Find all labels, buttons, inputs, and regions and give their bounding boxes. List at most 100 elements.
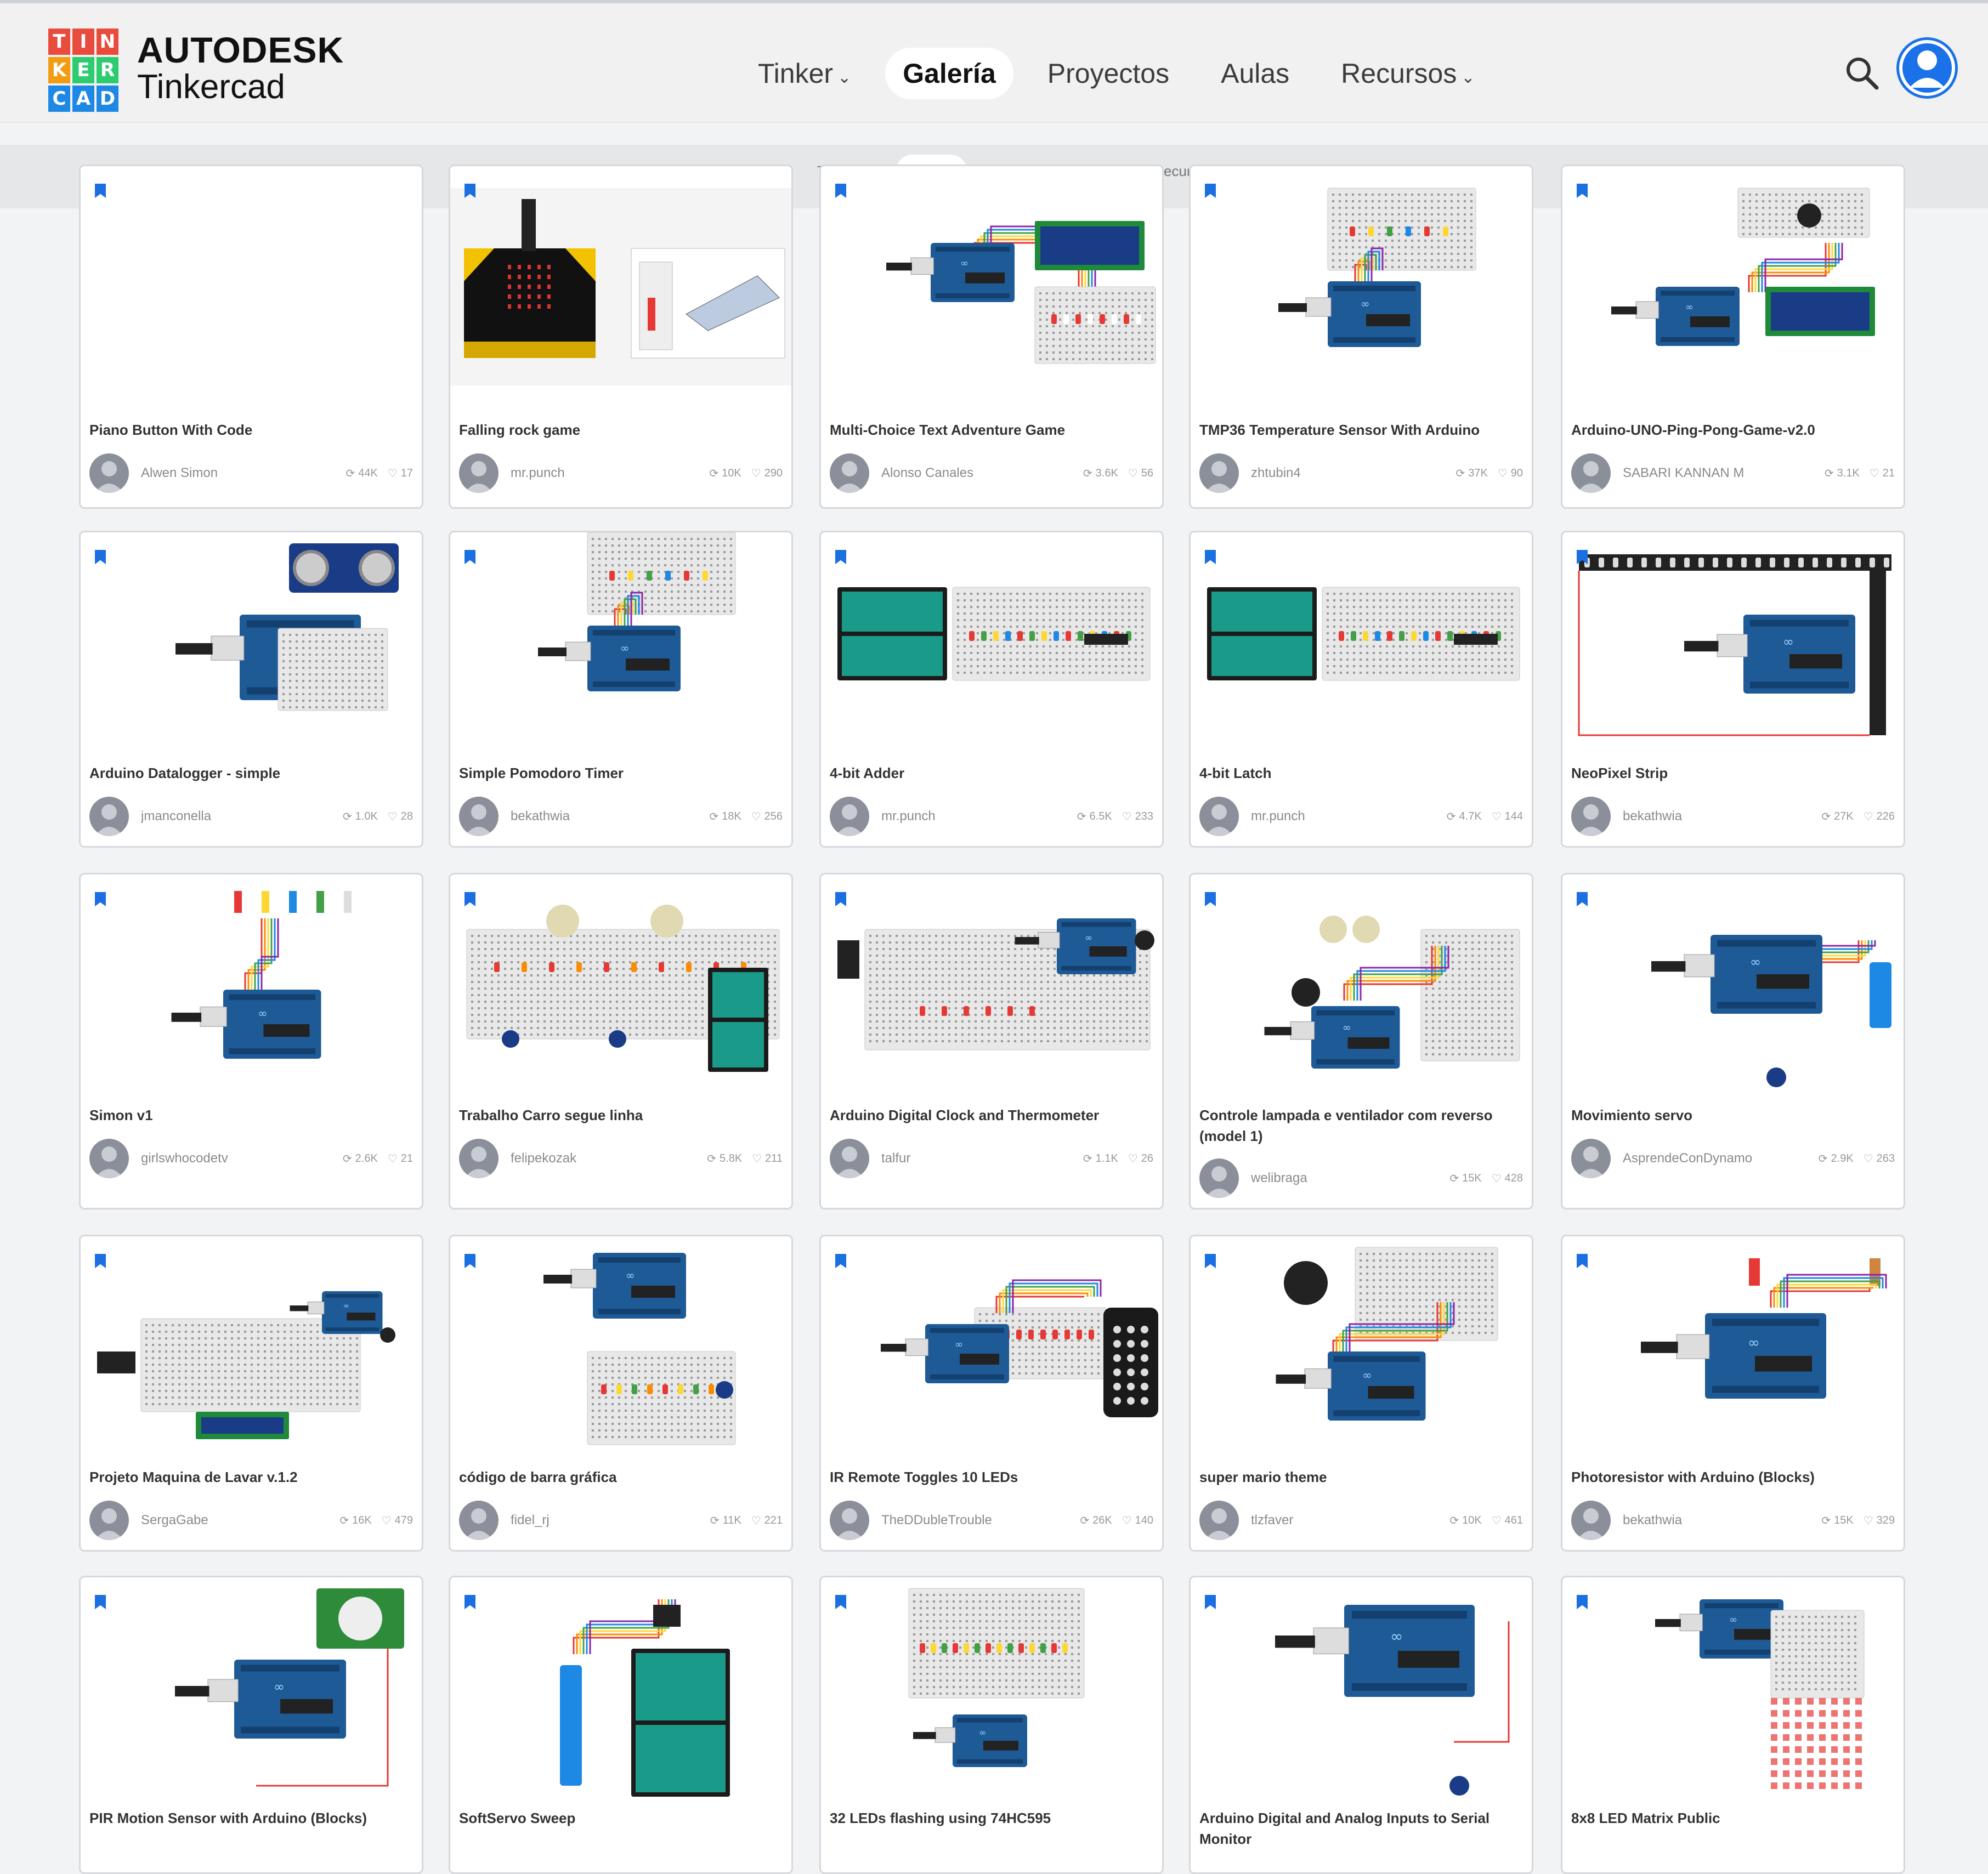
project-title[interactable]: Simple Pomodoro Timer (459, 763, 788, 783)
project-title[interactable]: 4-bit Latch (1199, 763, 1528, 783)
author-avatar[interactable] (1571, 453, 1611, 493)
author-name[interactable]: girlswhocodetv (141, 1151, 343, 1166)
project-title[interactable]: Movimiento servo (1571, 1105, 1900, 1126)
project-title[interactable]: 4-bit Adder (830, 763, 1159, 783)
project-thumbnail[interactable] (1191, 532, 1532, 752)
project-card[interactable]: ∞ Controle lampada e ventilador com reve… (1189, 873, 1533, 1209)
project-title[interactable]: 32 LEDs flashing using 74HC595 (830, 1808, 1159, 1828)
project-thumbnail[interactable]: ∞ (1191, 166, 1532, 385)
project-thumbnail[interactable]: ∞ (81, 874, 422, 1094)
author-avatar[interactable] (1199, 1501, 1239, 1540)
project-card[interactable]: Piano Button With Code Alwen Simon ⟳44K … (79, 164, 423, 509)
author-name[interactable]: mr.punch (881, 809, 1077, 824)
project-title[interactable]: 8x8 LED Matrix Public (1571, 1808, 1900, 1828)
author-name[interactable]: talfur (881, 1151, 1083, 1166)
author-avatar[interactable] (1571, 1501, 1611, 1540)
project-title[interactable]: SoftServo Sweep (459, 1808, 788, 1828)
project-title[interactable]: Arduino Digital and Analog Inputs to Ser… (1199, 1808, 1528, 1849)
project-thumbnail[interactable]: ∞ (821, 1577, 1162, 1797)
nav-item-recursos[interactable]: Recursos⌄ (1323, 48, 1492, 99)
author-name[interactable]: TheDDubleTrouble (881, 1513, 1080, 1528)
project-card[interactable]: Falling rock game mr.punch ⟳10K ♡290 (449, 164, 793, 509)
project-card[interactable]: ∞ IR Remote Toggles 10 LEDs TheDDubleTro… (819, 1235, 1164, 1552)
project-thumbnail[interactable]: ∞ (450, 532, 791, 752)
project-card[interactable]: Trabalho Carro segue linha felipekozak ⟳… (449, 873, 793, 1209)
author-avatar[interactable] (830, 1501, 869, 1540)
project-card[interactable]: ∞ Simon v1 girlswhocodetv ⟳2.6K ♡21 (79, 873, 423, 1209)
author-name[interactable]: SergaGabe (141, 1513, 339, 1528)
nav-item-proyectos[interactable]: Proyectos (1030, 48, 1187, 99)
project-title[interactable]: Simon v1 (89, 1105, 418, 1126)
project-card[interactable]: ∞ Projeto Maquina de Lavar v.1.2 SergaGa… (79, 1235, 423, 1552)
project-title[interactable]: Controle lampada e ventilador com revers… (1199, 1105, 1528, 1146)
project-thumbnail[interactable] (450, 874, 791, 1094)
project-thumbnail[interactable]: ∞ (1562, 874, 1904, 1094)
project-card[interactable]: 4-bit Adder mr.punch ⟳6.5K ♡233 (819, 531, 1164, 848)
project-title[interactable]: Projeto Maquina de Lavar v.1.2 (89, 1467, 418, 1487)
project-title[interactable]: super mario theme (1199, 1467, 1528, 1487)
project-card[interactable]: ∞ super mario theme tlzfaver ⟳10K ♡461 (1189, 1235, 1533, 1552)
project-card[interactable]: ∞ código de barra gráfica fidel_rj ⟳11K … (449, 1235, 793, 1552)
author-name[interactable]: fidel_rj (511, 1513, 710, 1528)
project-thumbnail[interactable] (821, 532, 1162, 752)
author-avatar[interactable] (89, 797, 129, 836)
project-thumbnail[interactable]: ∞ (1191, 1577, 1532, 1797)
author-name[interactable]: SABARI KANNAN M (1623, 465, 1825, 481)
project-title[interactable]: Arduino Digital Clock and Thermometer (830, 1105, 1159, 1126)
project-card[interactable]: ∞ Arduino Digital and Analog Inputs to S… (1189, 1576, 1533, 1874)
project-card[interactable]: ∞ Multi-Choice Text Adventure Game Alons… (819, 164, 1164, 509)
project-title[interactable]: Multi-Choice Text Adventure Game (830, 419, 1159, 440)
project-card[interactable]: ∞ Simple Pomodoro Timer bekathwia ⟳18K ♡… (449, 531, 793, 848)
nav-item-aulas[interactable]: Aulas (1203, 48, 1307, 99)
author-name[interactable]: Alonso Canales (881, 465, 1083, 481)
user-avatar-icon[interactable] (1896, 37, 1958, 99)
project-thumbnail[interactable] (81, 166, 422, 385)
author-name[interactable]: AsprendeConDynamo (1623, 1151, 1819, 1166)
author-avatar[interactable] (1571, 797, 1611, 836)
project-card[interactable]: ∞ Photoresistor with Arduino (Blocks) be… (1561, 1235, 1905, 1552)
project-thumbnail[interactable]: ∞ (1562, 166, 1904, 385)
author-name[interactable]: Alwen Simon (141, 465, 346, 481)
project-card[interactable]: 4-bit Latch mr.punch ⟳4.7K ♡144 (1189, 531, 1533, 848)
author-avatar[interactable] (1199, 453, 1239, 493)
project-title[interactable]: Piano Button With Code (89, 419, 418, 440)
project-card[interactable]: ∞ 8x8 LED Matrix Public (1561, 1576, 1905, 1874)
author-avatar[interactable] (89, 453, 129, 493)
author-avatar[interactable] (459, 797, 499, 836)
project-card[interactable]: ∞ Arduino Datalogger - simple jmanconell… (79, 531, 423, 848)
author-avatar[interactable] (830, 453, 869, 493)
project-thumbnail[interactable]: ∞ (1191, 874, 1532, 1094)
author-name[interactable]: bekathwia (1623, 809, 1821, 824)
author-name[interactable]: zhtubin4 (1251, 465, 1455, 481)
author-avatar[interactable] (1199, 1159, 1239, 1198)
project-title[interactable]: TMP36 Temperature Sensor With Arduino (1199, 419, 1528, 440)
project-thumbnail[interactable]: ∞ (81, 1236, 422, 1456)
project-thumbnail[interactable]: ∞ (1562, 1577, 1904, 1797)
project-card[interactable]: ∞ PIR Motion Sensor with Arduino (Blocks… (79, 1576, 423, 1874)
project-card[interactable]: ∞ NeoPixel Strip bekathwia ⟳27K ♡226 (1561, 531, 1905, 848)
author-avatar[interactable] (830, 797, 869, 836)
author-avatar[interactable] (459, 1501, 499, 1540)
project-thumbnail[interactable]: ∞ (1562, 532, 1904, 752)
author-name[interactable]: mr.punch (511, 465, 709, 481)
project-thumbnail[interactable]: ∞ (821, 874, 1162, 1094)
project-title[interactable]: NeoPixel Strip (1571, 763, 1900, 783)
project-card[interactable]: ∞ TMP36 Temperature Sensor With Arduino … (1189, 164, 1533, 509)
project-thumbnail[interactable] (450, 1577, 791, 1797)
nav-item-galería[interactable]: Galería (885, 48, 1013, 99)
project-card[interactable]: SoftServo Sweep (449, 1576, 793, 1874)
author-name[interactable]: bekathwia (1623, 1513, 1821, 1528)
project-thumbnail[interactable]: ∞ (450, 1236, 791, 1456)
author-name[interactable]: tlzfaver (1251, 1513, 1449, 1528)
project-title[interactable]: Falling rock game (459, 419, 788, 440)
project-title[interactable]: Photoresistor with Arduino (Blocks) (1571, 1467, 1900, 1487)
project-thumbnail[interactable]: ∞ (81, 1577, 422, 1797)
author-name[interactable]: welibraga (1251, 1171, 1449, 1186)
author-avatar[interactable] (830, 1139, 869, 1178)
project-card[interactable]: ∞ Movimiento servo AsprendeConDynamo ⟳2.… (1561, 873, 1905, 1209)
project-card[interactable]: ∞ Arduino Digital Clock and Thermometer … (819, 873, 1164, 1209)
author-name[interactable]: felipekozak (511, 1151, 707, 1166)
project-thumbnail[interactable]: ∞ (81, 532, 422, 752)
search-icon[interactable] (1843, 54, 1881, 92)
nav-item-tinker[interactable]: Tinker⌄ (740, 48, 869, 99)
